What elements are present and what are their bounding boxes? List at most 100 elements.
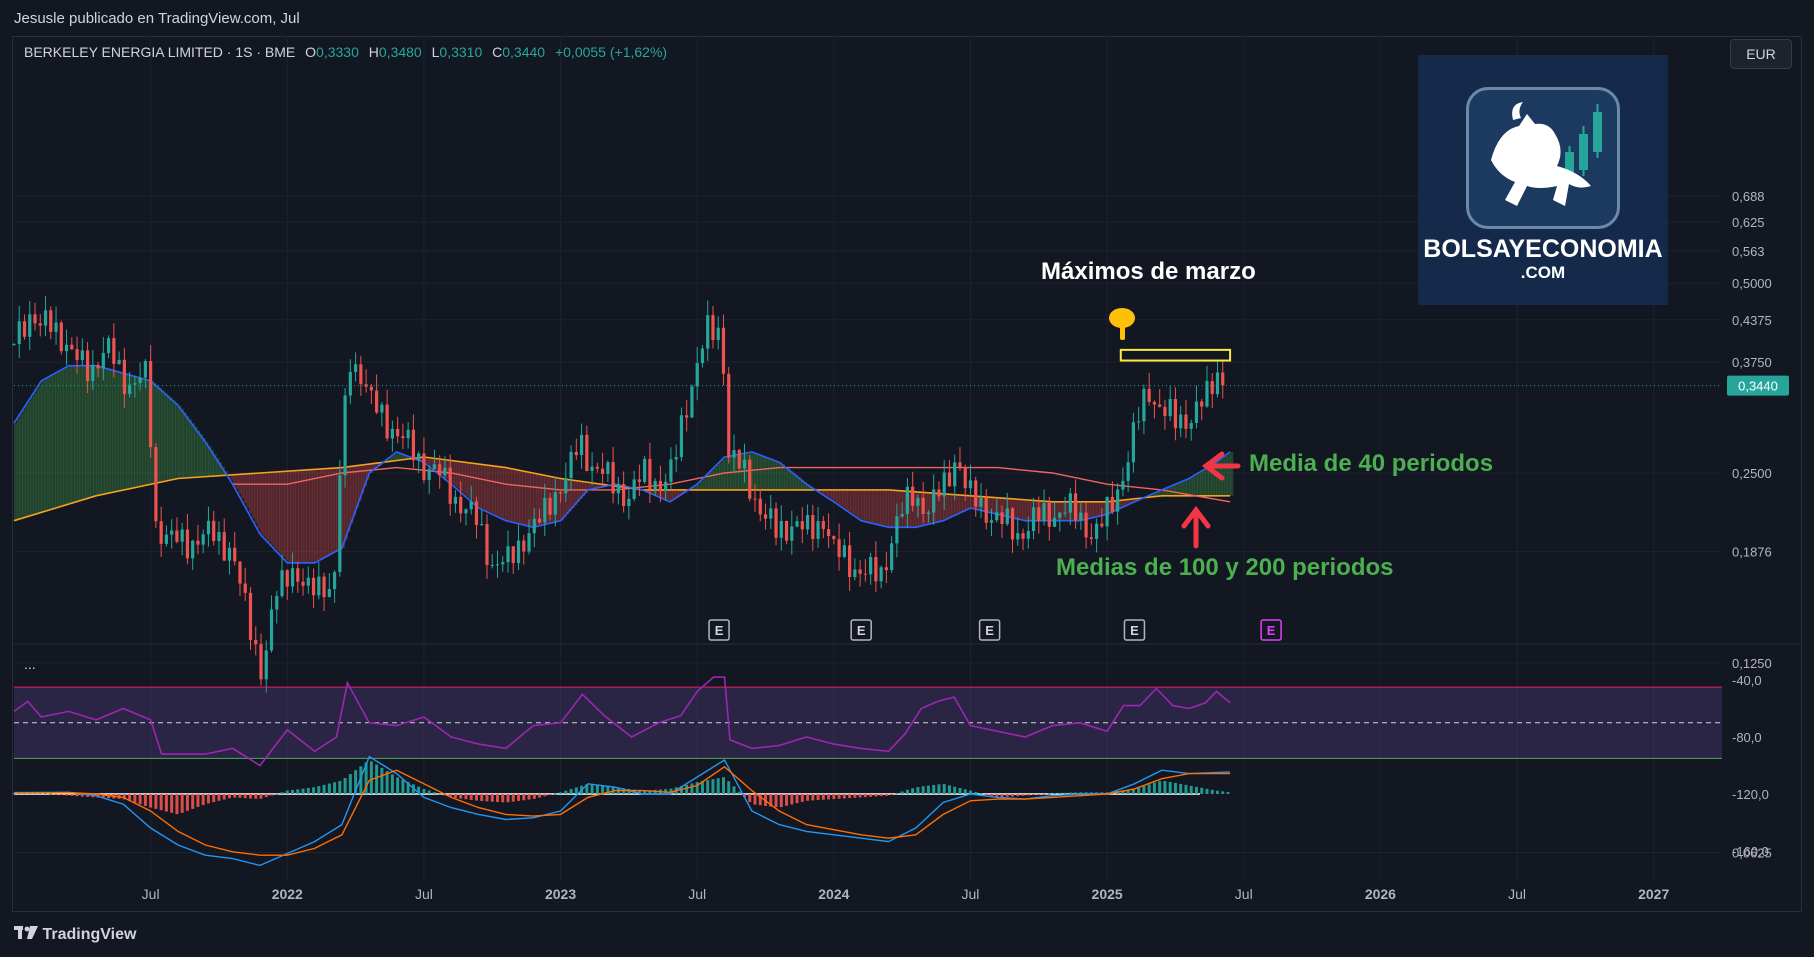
- candle-body: [269, 609, 274, 651]
- last-price-label: 0,3440: [1738, 379, 1778, 394]
- candle-body: [301, 581, 305, 586]
- candle: [38, 314, 42, 337]
- candle: [800, 507, 804, 544]
- candle-body: [769, 508, 773, 519]
- y-tick-label: 0,688: [1732, 189, 1765, 204]
- rsi-tick-label: -40,0: [1732, 673, 1762, 688]
- macd-bar: [574, 787, 578, 794]
- candle-body: [700, 348, 705, 364]
- candle: [490, 554, 494, 569]
- candle: [1021, 528, 1025, 551]
- candle: [464, 508, 468, 526]
- candle-body: [133, 383, 137, 385]
- candle-body: [1058, 512, 1062, 518]
- candle-body: [290, 568, 295, 587]
- macd-bar: [1032, 794, 1036, 795]
- candle: [385, 389, 389, 442]
- macd-bar: [543, 794, 547, 797]
- candle-body: [222, 532, 226, 561]
- macd-bar: [254, 794, 258, 799]
- candle: [264, 640, 268, 693]
- x-tick-label: Jul: [962, 886, 980, 902]
- red-arrow-icon: [1181, 451, 1241, 549]
- macd-bar: [285, 790, 289, 794]
- candle: [826, 513, 831, 548]
- macd-bar: [75, 794, 79, 797]
- currency-button[interactable]: EUR: [1730, 39, 1792, 69]
- macd-bar: [1026, 794, 1030, 796]
- y-tick-label: 0,1876: [1732, 545, 1772, 560]
- candle: [1179, 405, 1183, 438]
- candle: [474, 496, 479, 539]
- candle: [43, 295, 48, 337]
- candle: [1116, 483, 1120, 525]
- tradingview-logo[interactable]: TradingView: [14, 926, 136, 944]
- macd-bar: [553, 793, 557, 795]
- legend-low-value: 0,3310: [439, 44, 483, 60]
- candle-body: [995, 512, 999, 521]
- resistance-zone: [1119, 348, 1232, 362]
- candle-body: [280, 570, 284, 596]
- macd-bar: [1194, 786, 1198, 794]
- candle: [33, 302, 37, 331]
- candle-body: [106, 338, 111, 353]
- macd-bar: [138, 794, 142, 805]
- candle-body: [469, 501, 473, 510]
- candle: [1194, 385, 1199, 429]
- candle: [974, 476, 978, 517]
- candle-body: [206, 520, 211, 535]
- macd-bar: [837, 794, 841, 799]
- macd-bar: [233, 794, 237, 798]
- macd-bar: [185, 794, 189, 811]
- candle: [1189, 419, 1193, 441]
- candle-body: [758, 498, 762, 515]
- candle: [1089, 523, 1093, 545]
- macd-bar: [1173, 782, 1177, 794]
- candle: [427, 465, 431, 494]
- candle-body: [348, 371, 352, 396]
- candle-body: [606, 462, 610, 474]
- candle-body: [443, 467, 447, 476]
- candle: [611, 446, 615, 504]
- macd-bar: [396, 777, 400, 794]
- macd-bar: [538, 794, 542, 798]
- candle: [401, 423, 405, 449]
- macd-bar: [291, 789, 295, 794]
- candle-body: [1121, 480, 1125, 490]
- legend-close-value: 0,3440: [502, 44, 546, 60]
- candle: [842, 538, 846, 559]
- candle-body: [1095, 523, 1099, 539]
- macd-bar: [527, 794, 531, 800]
- macd-bar: [1021, 794, 1025, 796]
- candle: [1047, 496, 1051, 541]
- candle: [406, 422, 410, 449]
- indicator-menu[interactable]: ...: [24, 656, 36, 672]
- candle: [616, 476, 620, 505]
- candle: [375, 374, 379, 415]
- macd-bar: [559, 792, 563, 794]
- candle: [170, 519, 174, 549]
- candle-body: [721, 327, 726, 374]
- legend-symbol[interactable]: BERKELEY ENERGIA LIMITED · 1S · BME: [24, 44, 295, 60]
- candle-body: [1042, 502, 1046, 522]
- macd-bar: [322, 784, 326, 794]
- macd-bar: [916, 786, 920, 794]
- candle: [70, 337, 74, 351]
- candle-body: [685, 415, 689, 418]
- candle: [180, 522, 184, 556]
- candle: [196, 524, 200, 555]
- macd-bar: [842, 794, 846, 799]
- candle: [275, 591, 279, 624]
- macd-bar: [806, 794, 810, 801]
- candle: [343, 387, 347, 488]
- candles: [12, 295, 1225, 693]
- candle-body: [217, 532, 221, 541]
- macd-bar: [932, 784, 936, 794]
- candle: [485, 514, 489, 579]
- macd-bar: [217, 794, 221, 801]
- candle-body: [1005, 508, 1009, 524]
- candle: [595, 462, 599, 473]
- candle-body: [33, 314, 37, 324]
- candle-body: [989, 520, 994, 523]
- candle-body: [516, 540, 521, 564]
